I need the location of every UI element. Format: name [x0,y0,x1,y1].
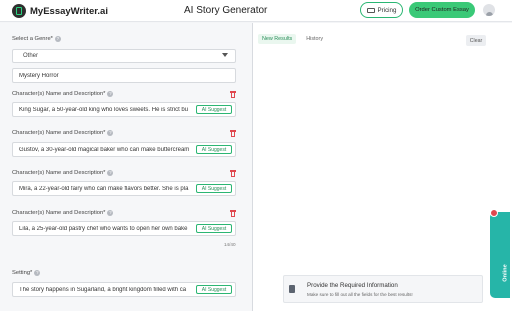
genre-select[interactable]: Other [12,49,236,63]
character-input-value: Lila, a 25-year-old pastry chef who want… [19,225,188,232]
help-icon[interactable]: ? [107,130,114,136]
tab-history[interactable]: History [302,34,327,44]
character-label-text: Character(s) Name and Description* [12,91,106,97]
help-icon[interactable]: ? [107,210,114,216]
order-custom-essay-button[interactable]: Order Custom Essay [409,2,475,18]
cart-icon [366,7,375,13]
setting-label-text: Setting* [12,270,33,276]
character-input[interactable]: Mira, a 22-year-old fairy who can make f… [12,181,236,196]
results-tabs: New Results History [258,34,327,44]
help-icon[interactable]: ? [107,91,114,97]
help-icon[interactable]: ? [107,170,114,176]
character-label: Character(s) Name and Description* ? [12,130,114,136]
custom-genre-input[interactable]: Mystery Horror [12,68,236,83]
trash-icon[interactable] [230,130,236,137]
character-input[interactable]: Lila, a 25-year-old pastry chef who want… [12,221,236,236]
help-icon[interactable]: ? [34,270,41,276]
ai-suggest-button[interactable]: AI Suggest [196,184,232,193]
trash-icon[interactable] [230,91,236,98]
character-label-text: Character(s) Name and Description* [12,210,106,216]
user-icon[interactable] [483,4,495,16]
info-title: Provide the Required Information [307,282,398,289]
story-form-panel [0,23,252,311]
setting-input[interactable]: The story happens in Sugarland, a bright… [12,282,236,297]
online-chat-tab[interactable]: Online [490,212,510,298]
online-label: Online [502,264,509,282]
ai-suggest-button[interactable]: AI Suggest [196,105,232,114]
notification-badge [490,209,498,217]
logo-icon [12,4,26,18]
logo[interactable]: MyEssayWriter.ai [12,4,108,18]
ai-suggest-button[interactable]: AI Suggest [196,285,232,294]
setting-label: Setting* ? [12,270,41,276]
top-bar: MyEssayWriter.ai AI Story Generator Pric… [0,0,512,22]
character-label-text: Character(s) Name and Description* [12,170,106,176]
character-input[interactable]: Gustov, a 30-year-old magical baker who … [12,142,236,157]
trash-icon[interactable] [230,170,236,177]
logo-text: MyEssayWriter.ai [30,5,108,17]
ai-suggest-button[interactable]: AI Suggest [196,224,232,233]
character-input[interactable]: King Sugar, a 50-year-old king who loves… [12,102,236,117]
trash-icon[interactable] [230,210,236,217]
pricing-button[interactable]: Pricing [360,2,403,18]
character-input-value: King Sugar, a 50-year-old king who loves… [19,106,189,113]
character-input-value: Mira, a 22-year-old fairy who can make f… [19,185,189,192]
character-label-text: Character(s) Name and Description* [12,130,106,136]
info-subtitle: Make sure to fill out all the fields for… [307,292,413,297]
character-label: Character(s) Name and Description* ? [12,170,114,176]
results-panel [253,23,512,311]
custom-genre-value: Mystery Horror [19,72,59,79]
clear-button[interactable]: Clear [466,35,486,46]
character-input-value: Gustov, a 30-year-old magical baker who … [19,146,190,153]
genre-select-value: Other [23,53,39,59]
tab-new-results[interactable]: New Results [258,34,297,44]
chevron-down-icon [222,53,228,57]
info-card: Provide the Required Information Make su… [283,275,483,303]
character-counter: 14/40 [224,242,236,247]
help-icon[interactable]: ? [54,36,61,42]
document-icon [289,285,295,293]
character-label: Character(s) Name and Description* ? [12,91,114,97]
setting-input-value: The story happens in Sugarland, a bright… [19,286,187,293]
genre-label: Select a Genre* ? [12,36,61,42]
character-label: Character(s) Name and Description* ? [12,210,114,216]
ai-suggest-button[interactable]: AI Suggest [196,145,232,154]
page-title: AI Story Generator [184,5,268,16]
genre-label-text: Select a Genre* [12,36,53,42]
pricing-button-label: Pricing [377,6,397,14]
